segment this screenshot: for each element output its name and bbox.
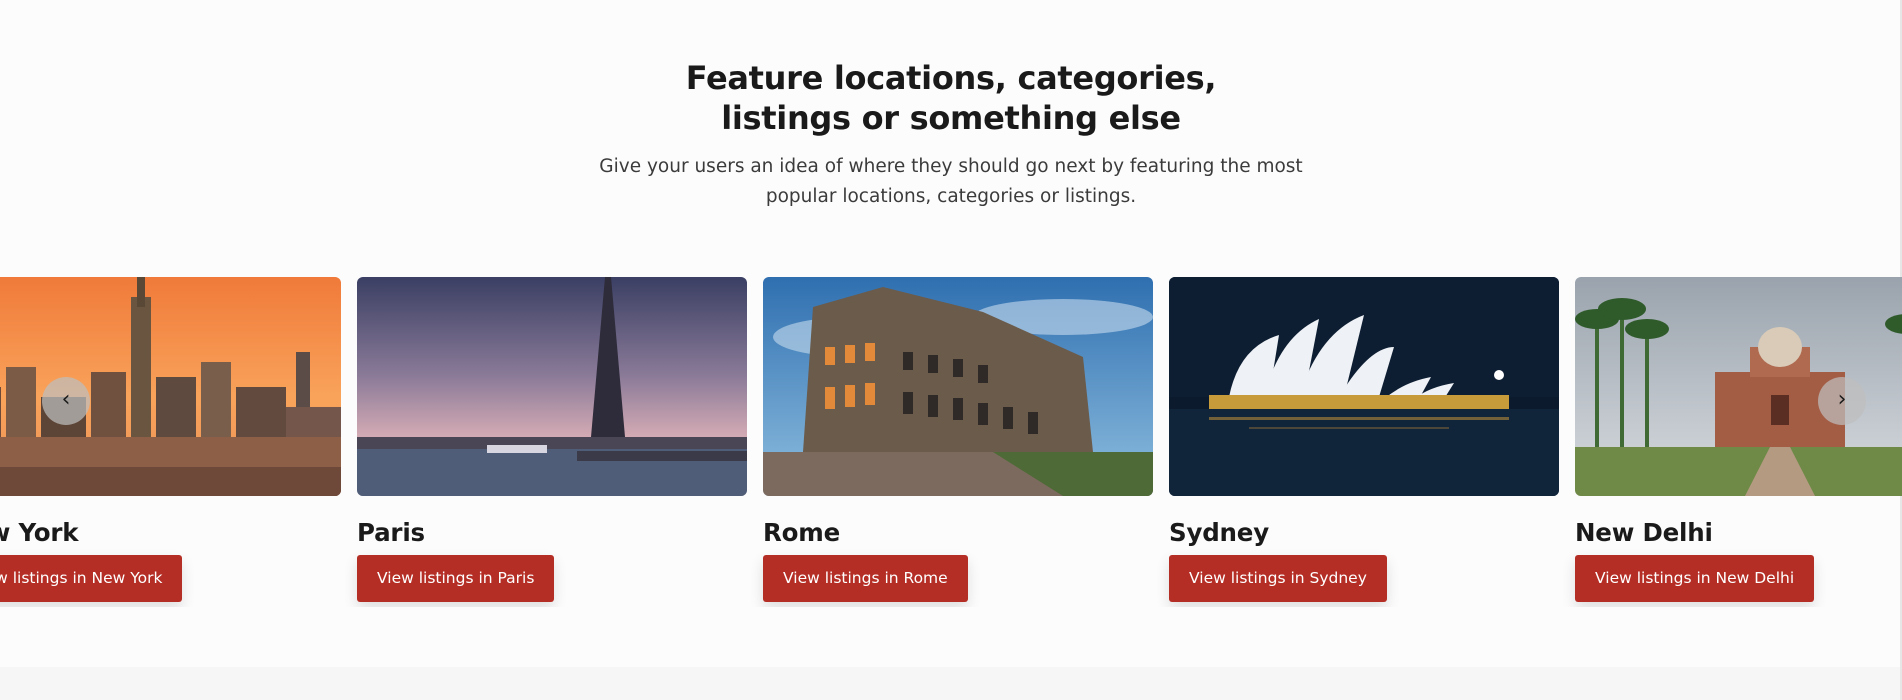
view-listings-new-delhi-button[interactable]: View listings in New Delhi bbox=[1575, 555, 1815, 602]
location-card-sydney: Sydney View listings in Sydney bbox=[1169, 277, 1559, 602]
view-listings-new-york-button[interactable]: View listings in New York bbox=[0, 555, 183, 602]
view-listings-sydney-button[interactable]: View listings in Sydney bbox=[1169, 555, 1387, 602]
rome-image[interactable] bbox=[763, 277, 1153, 496]
location-title: Rome bbox=[763, 518, 841, 547]
locations-carousel: New York View listings in New York bbox=[0, 277, 1902, 607]
location-title: Paris bbox=[357, 518, 425, 547]
sydney-image[interactable] bbox=[1169, 277, 1559, 496]
location-card-paris: Paris View listings in Paris bbox=[357, 277, 747, 602]
paris-image[interactable] bbox=[357, 277, 747, 496]
view-listings-rome-button[interactable]: View listings in Rome bbox=[763, 555, 968, 602]
location-title: Sydney bbox=[1169, 518, 1269, 547]
location-card-new-delhi: New Delhi View listings in New Delhi bbox=[1575, 277, 1902, 602]
location-title: New York bbox=[0, 518, 79, 547]
section-subtitle: Give your users an idea of where they sh… bbox=[599, 156, 1303, 207]
location-title: New Delhi bbox=[1575, 518, 1713, 547]
footer-band bbox=[0, 667, 1902, 700]
chevron-left-icon: ‹ bbox=[61, 387, 71, 412]
chevron-right-icon: › bbox=[1837, 387, 1847, 412]
carousel-prev-button[interactable]: ‹ bbox=[42, 377, 90, 425]
carousel-next-button[interactable]: › bbox=[1818, 377, 1866, 425]
location-card-rome: Rome View listings in Rome bbox=[763, 277, 1153, 602]
location-card-new-york: New York View listings in New York bbox=[0, 277, 341, 602]
section-header: Feature locations, categories, listings … bbox=[0, 58, 1902, 212]
section-title: Feature locations, categories, listings … bbox=[685, 59, 1217, 137]
view-listings-paris-button[interactable]: View listings in Paris bbox=[357, 555, 555, 602]
